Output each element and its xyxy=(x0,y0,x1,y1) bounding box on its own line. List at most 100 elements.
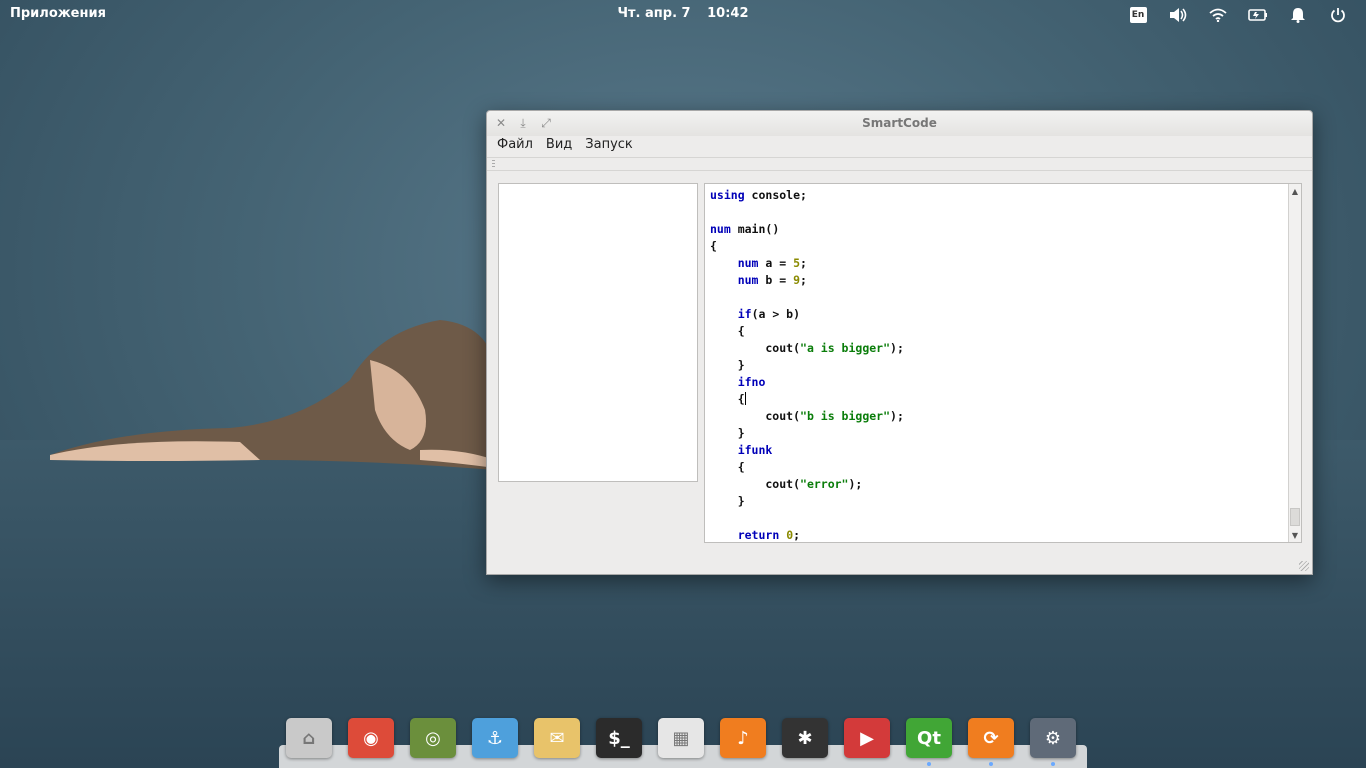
code-token: 5 xyxy=(793,256,801,270)
text-cursor xyxy=(744,392,746,405)
date-label: Чт. апр. 7 xyxy=(617,6,691,21)
screenshot-app-icon[interactable]: ✱ xyxy=(779,716,831,760)
settings-app-icon[interactable]: ⚙ xyxy=(1027,716,1079,766)
battery-icon[interactable] xyxy=(1238,4,1278,26)
anchor-app-icon[interactable]: ⚓ xyxy=(469,716,521,760)
code-line[interactable]: if(a > b) xyxy=(710,306,904,323)
file-tree-pane[interactable] xyxy=(498,183,698,482)
qt-creator-app-glyph: Qt xyxy=(906,718,952,758)
menu-view[interactable]: Вид xyxy=(540,136,579,156)
video-app-glyph: ▶ xyxy=(844,718,890,758)
code-token: ifunk xyxy=(737,443,773,457)
code-token: "b is bigger" xyxy=(800,409,891,423)
code-line[interactable]: num b = 9; xyxy=(710,272,904,289)
code-line[interactable]: cout("error"); xyxy=(710,476,904,493)
code-token: { xyxy=(710,460,745,474)
code-line[interactable]: cout("b is bigger"); xyxy=(710,408,904,425)
code-line[interactable]: using console; xyxy=(710,187,904,204)
smartcode-window: ✕ ⤓ ⤢ SmartCode Файл Вид Запуск using co… xyxy=(486,110,1313,575)
code-token: cout( xyxy=(710,477,801,491)
running-indicator xyxy=(989,762,993,766)
code-token: ; xyxy=(793,528,801,542)
code-line[interactable]: cout("a is bigger"); xyxy=(710,340,904,357)
vertical-scrollbar[interactable]: ▲ ▼ xyxy=(1288,184,1301,542)
code-line[interactable]: num main() xyxy=(710,221,904,238)
terminal-app-glyph: $_ xyxy=(596,718,642,758)
toolbar xyxy=(487,157,1312,171)
files-app-glyph: ⌂ xyxy=(286,718,332,758)
scroll-down-icon[interactable]: ▼ xyxy=(1289,528,1301,542)
code-line[interactable]: { xyxy=(710,459,904,476)
menu-bar: Файл Вид Запуск xyxy=(487,136,1312,156)
menu-file[interactable]: Файл xyxy=(491,136,540,156)
code-line[interactable]: } xyxy=(710,357,904,374)
browser-app-icon[interactable]: ◎ xyxy=(407,716,459,760)
settings-app-glyph: ⚙ xyxy=(1030,718,1076,758)
code-token: ); xyxy=(848,477,863,491)
code-line[interactable]: return 0; xyxy=(710,527,904,542)
terminal-app-icon[interactable]: $_ xyxy=(593,716,645,760)
code-token: "error" xyxy=(800,477,849,491)
scroll-thumb[interactable] xyxy=(1290,508,1300,526)
code-line[interactable]: num a = 5; xyxy=(710,255,904,272)
time-label: 10:42 xyxy=(707,6,749,21)
code-token: num xyxy=(737,273,759,287)
code-token: main() xyxy=(730,222,780,236)
update-app-icon[interactable]: ⟳ xyxy=(965,716,1017,766)
screenshot-app-glyph: ✱ xyxy=(782,718,828,758)
calendar-app-glyph: ▦ xyxy=(658,718,704,758)
code-token: "a is bigger" xyxy=(800,341,891,355)
qt-creator-app-icon[interactable]: Qt xyxy=(903,716,955,766)
code-line[interactable]: { xyxy=(710,391,904,408)
code-token: return xyxy=(737,528,780,542)
update-app-glyph: ⟳ xyxy=(968,718,1014,758)
code-line[interactable]: { xyxy=(710,323,904,340)
files-app-icon[interactable]: ⌂ xyxy=(283,716,335,760)
code-token: using xyxy=(710,188,745,202)
running-indicator xyxy=(1051,762,1055,766)
wifi-icon[interactable] xyxy=(1198,4,1238,26)
code-line[interactable] xyxy=(710,204,904,221)
code-token: a = xyxy=(758,256,794,270)
code-line[interactable] xyxy=(710,510,904,527)
music-app-glyph: ♪ xyxy=(720,718,766,758)
code-line[interactable] xyxy=(710,289,904,306)
window-titlebar[interactable]: ✕ ⤓ ⤢ SmartCode xyxy=(487,111,1312,136)
code-line[interactable]: ifunk xyxy=(710,442,904,459)
scroll-up-icon[interactable]: ▲ xyxy=(1289,184,1301,198)
code-token: cout( xyxy=(710,341,801,355)
menu-run[interactable]: Запуск xyxy=(579,136,640,156)
volume-icon[interactable] xyxy=(1158,4,1198,26)
window-title: SmartCode xyxy=(862,116,937,130)
code-line[interactable]: { xyxy=(710,238,904,255)
code-token: b = xyxy=(758,273,794,287)
toolbar-grip-icon[interactable] xyxy=(492,160,495,169)
code-token: ); xyxy=(890,409,904,423)
code-token: ifno xyxy=(737,375,766,389)
music-app-icon[interactable]: ♪ xyxy=(717,716,769,760)
code-token: (a > b) xyxy=(751,307,801,321)
code-token: { xyxy=(710,392,745,406)
code-text[interactable]: using console; num main(){ num a = 5; num… xyxy=(710,187,904,542)
code-token: cout( xyxy=(710,409,801,423)
code-line[interactable]: } xyxy=(710,425,904,442)
notifications-icon[interactable] xyxy=(1278,4,1318,26)
video-app-icon[interactable]: ▶ xyxy=(841,716,893,760)
keyboard-layout-icon[interactable]: En xyxy=(1118,4,1158,26)
resize-grip-icon[interactable] xyxy=(1299,561,1309,571)
code-token: 9 xyxy=(793,273,801,287)
code-token: console; xyxy=(744,188,807,202)
calendar-app-icon[interactable]: ▦ xyxy=(655,716,707,760)
code-line[interactable]: } xyxy=(710,493,904,510)
code-line[interactable]: ifno xyxy=(710,374,904,391)
chrome-app-icon[interactable]: ◉ xyxy=(345,716,397,760)
mail-app-icon[interactable]: ✉ xyxy=(531,716,583,760)
code-token: num xyxy=(737,256,759,270)
code-editor[interactable]: using console; num main(){ num a = 5; num… xyxy=(704,183,1302,543)
power-icon[interactable] xyxy=(1318,4,1358,26)
